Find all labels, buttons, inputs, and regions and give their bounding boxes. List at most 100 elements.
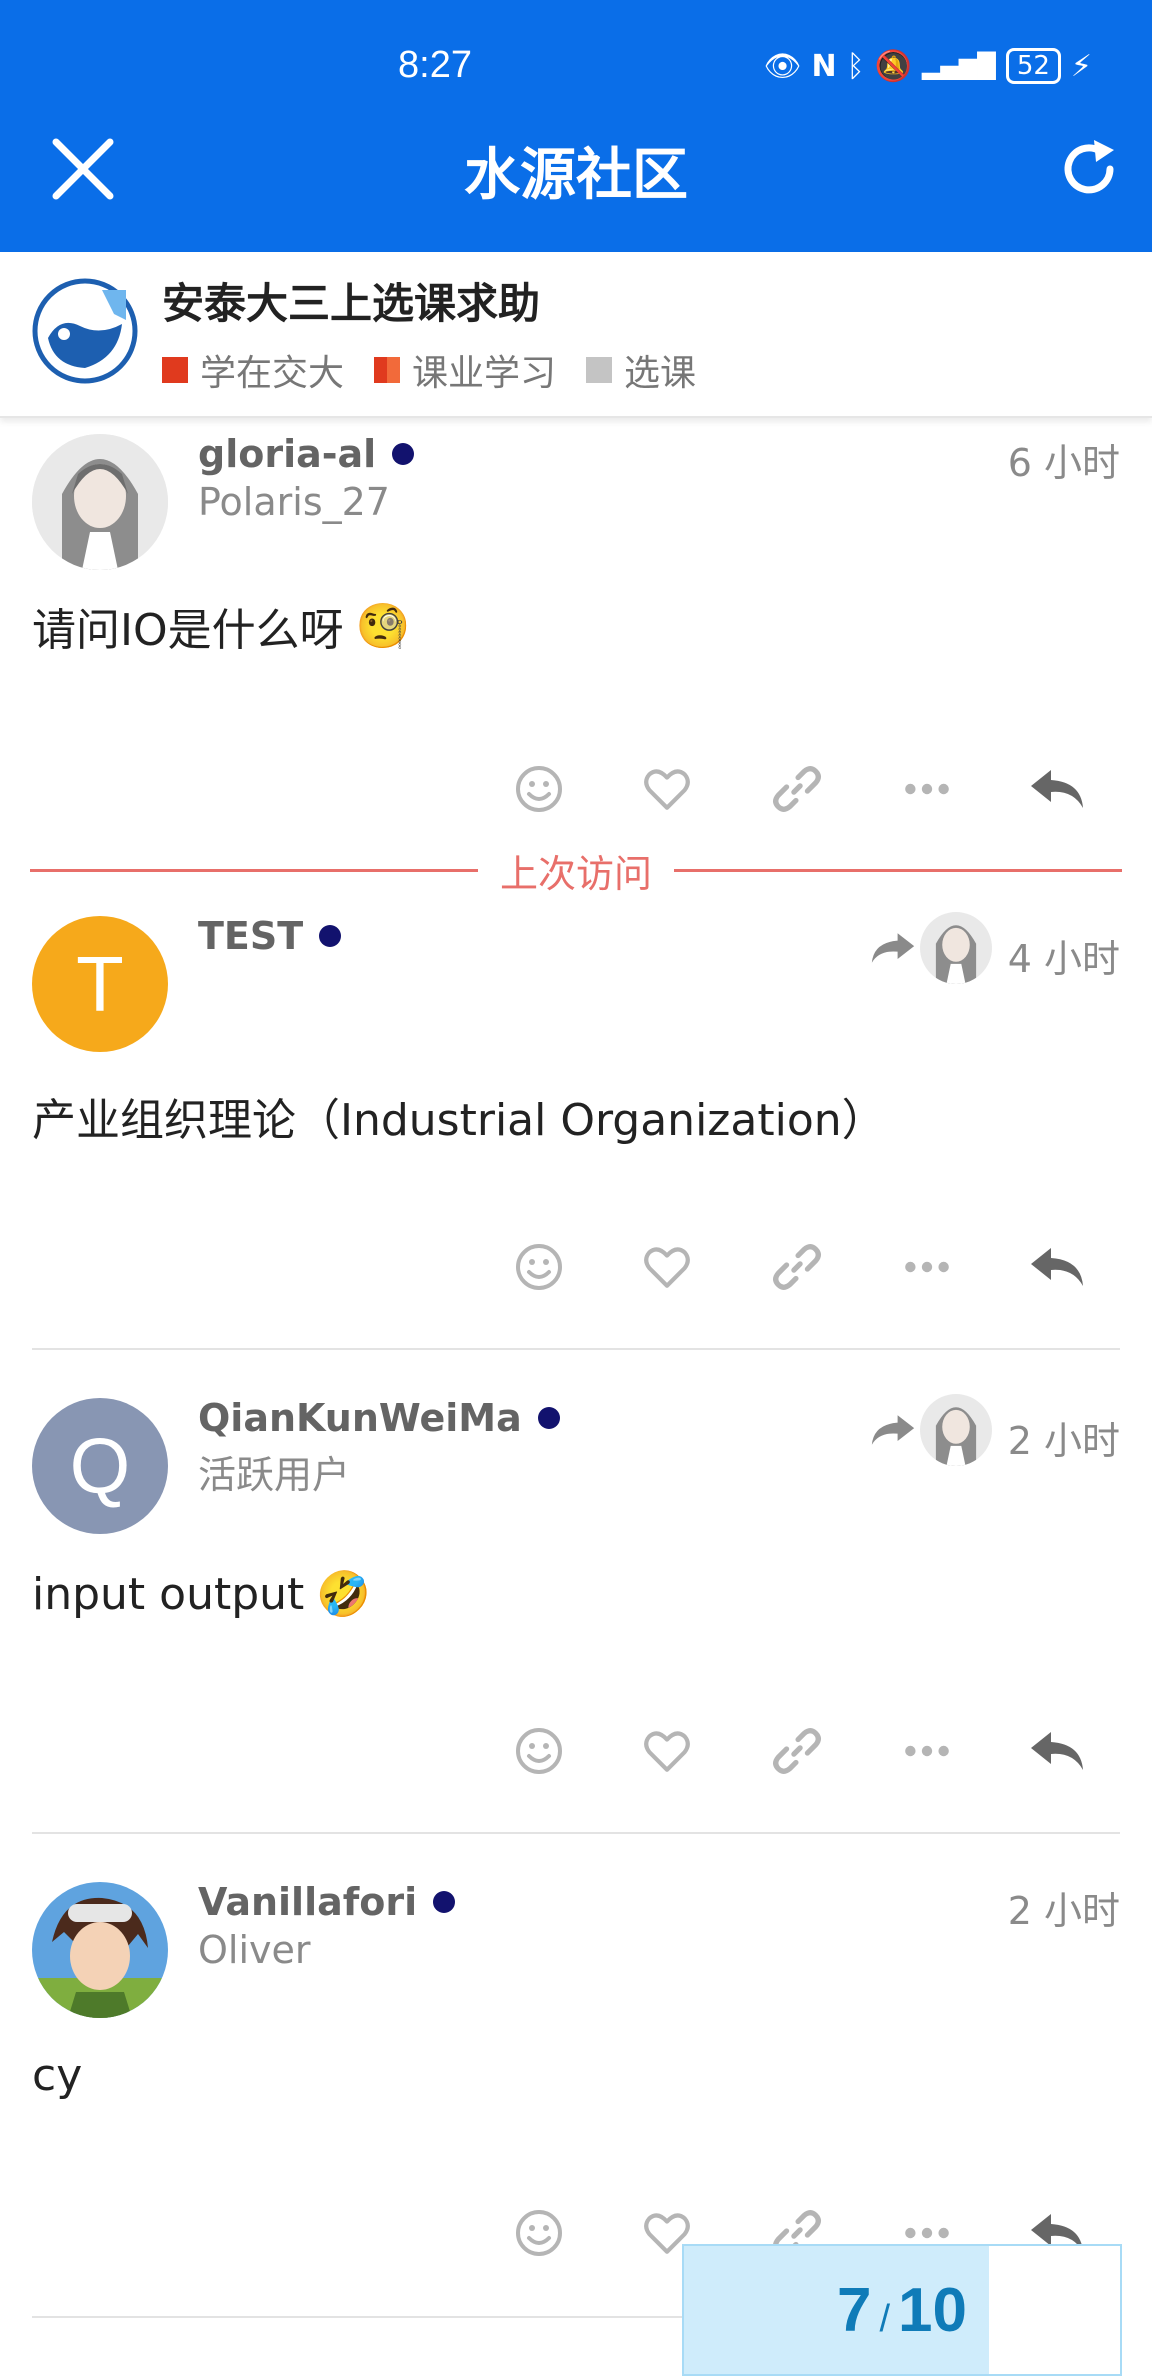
category-color-swatch (162, 357, 188, 383)
user-subname: Polaris_27 (198, 480, 390, 524)
tag-color-swatch (586, 357, 613, 383)
reply-icon[interactable] (1022, 1232, 1092, 1302)
reply-to-arrow-icon (871, 1415, 915, 1445)
avatar-image (32, 1882, 168, 2018)
signal-icon: ▂▄▆█ (922, 52, 996, 80)
forum-logo (32, 278, 138, 384)
nfc-icon: N (811, 48, 837, 84)
progress-current: 7 (836, 2275, 872, 2345)
react-emoji-icon[interactable] (504, 2198, 574, 2268)
reply-icon[interactable] (1022, 754, 1092, 824)
reply-to-indicator[interactable] (870, 1394, 992, 1466)
topic-progress-indicator[interactable]: 7/10 (682, 2244, 1122, 2376)
online-status-dot (392, 443, 415, 465)
status-icons: 👁 N ᛒ 🔕 ▂▄▆█ 52 ⚡ (763, 44, 1092, 88)
reply-to-arrow-icon (871, 933, 915, 963)
avatar-image (32, 434, 168, 570)
category-label: 课业学习 (412, 353, 557, 394)
status-time: 8:27 (398, 44, 472, 86)
tag-label: 选课 (624, 353, 697, 394)
username-text: QianKunWeiMa (198, 1396, 522, 1440)
progress-slash: / (879, 2297, 891, 2340)
divider-line (674, 868, 1123, 872)
more-options-icon[interactable] (892, 1716, 962, 1786)
like-heart-icon[interactable] (632, 1232, 702, 1302)
post-time[interactable]: 2 小时 (1008, 1410, 1120, 1465)
post-body: 请问IO是什么呀 🧐 (32, 594, 410, 658)
username[interactable]: TEST (198, 914, 342, 958)
post-actions (0, 1232, 1152, 1302)
post-body-text: cy (32, 2050, 83, 2101)
post-time[interactable]: 6 小时 (1008, 432, 1120, 487)
topic-categories: 学在交大 课业学习 选课 (162, 344, 696, 396)
username-text: TEST (198, 914, 304, 958)
online-status-dot (319, 925, 342, 947)
avatar[interactable]: Q (32, 1398, 168, 1534)
online-status-dot (537, 1407, 560, 1429)
like-heart-icon[interactable] (632, 1716, 702, 1786)
post-time[interactable]: 2 小时 (1008, 1880, 1120, 1935)
avatar[interactable] (32, 434, 168, 570)
reply-to-avatar (920, 912, 992, 984)
post-body: cy (32, 2050, 82, 2101)
username-text: gloria-al (198, 432, 377, 476)
post-divider (32, 1832, 1120, 1834)
charging-icon: ⚡ (1070, 48, 1092, 84)
post-body-text: input output (32, 1568, 305, 1620)
react-emoji-icon[interactable] (504, 1232, 574, 1302)
reply-to-avatar (920, 1394, 992, 1466)
username[interactable]: Vanillafori (198, 1880, 456, 1924)
more-options-icon[interactable] (892, 754, 962, 824)
progress-total: 10 (898, 2275, 967, 2345)
more-options-icon[interactable] (892, 1232, 962, 1302)
eye-icon: 👁 (763, 48, 802, 84)
post: gloria-al Polaris_27 6 小时 请问IO是什么呀 🧐 (0, 418, 1152, 838)
user-subname: Oliver (198, 1928, 311, 1972)
username-text: Vanillafori (198, 1880, 418, 1924)
post-divider (32, 1348, 1120, 1350)
post-body: input output 🤣 (32, 1568, 372, 1621)
emoji: 🤣 (316, 1569, 372, 1620)
category-color-swatch (374, 357, 401, 383)
share-link-icon[interactable] (762, 754, 832, 824)
post: Q QianKunWeiMa 活跃用户 2 小时 input output 🤣 (0, 1382, 1152, 1832)
page-title: 水源社区 (464, 143, 688, 208)
last-visit-label: 上次访问 (500, 851, 653, 896)
react-emoji-icon[interactable] (504, 1716, 574, 1786)
avatar-letter: Q (69, 1421, 131, 1510)
post-body-text: 请问IO是什么呀 (32, 605, 344, 656)
post-time[interactable]: 4 小时 (1008, 928, 1120, 983)
topic-header[interactable]: 安泰大三上选课求助 学在交大 课业学习 选课 (0, 252, 1152, 418)
topic-title: 安泰大三上选课求助 (162, 279, 541, 328)
divider-line (30, 868, 478, 872)
reply-to-indicator[interactable] (870, 912, 992, 984)
progress-text: 7/10 (837, 2275, 967, 2346)
battery-indicator: 52 (1005, 48, 1061, 84)
tag[interactable]: 选课 (586, 344, 696, 396)
react-emoji-icon[interactable] (504, 754, 574, 824)
emoji: 🧐 (355, 601, 411, 652)
online-status-dot (433, 1891, 456, 1913)
category-tag[interactable]: 学在交大 (162, 344, 344, 396)
category-label: 学在交大 (200, 353, 345, 394)
username[interactable]: QianKunWeiMa (198, 1396, 560, 1440)
share-link-icon[interactable] (762, 1716, 832, 1786)
share-link-icon[interactable] (762, 1232, 832, 1302)
user-title: 活跃用户 (198, 1453, 351, 1497)
avatar-letter: T (76, 939, 124, 1028)
post-body-text: 产业组织理论（Industrial Organization） (32, 1095, 886, 1146)
app-bar: 8:27 👁 N ᛒ 🔕 ▂▄▆█ 52 ⚡ 水源社区 (0, 0, 1152, 252)
category-tag[interactable]: 课业学习 (374, 344, 556, 396)
post: T TEST 4 小时 产业组织理论（Industrial Organizati… (0, 900, 1152, 1350)
post-body: 产业组织理论（Industrial Organization） (32, 1084, 886, 1148)
avatar[interactable] (32, 1882, 168, 2018)
post-actions (0, 1716, 1152, 1786)
last-visit-divider: 上次访问 (30, 846, 1123, 896)
like-heart-icon[interactable] (632, 754, 702, 824)
refresh-icon[interactable] (1056, 136, 1122, 202)
progress-remaining-track (989, 2246, 1120, 2374)
post-actions (0, 754, 1152, 824)
username[interactable]: gloria-al (198, 432, 415, 476)
avatar[interactable]: T (32, 916, 168, 1052)
reply-icon[interactable] (1022, 1716, 1092, 1786)
